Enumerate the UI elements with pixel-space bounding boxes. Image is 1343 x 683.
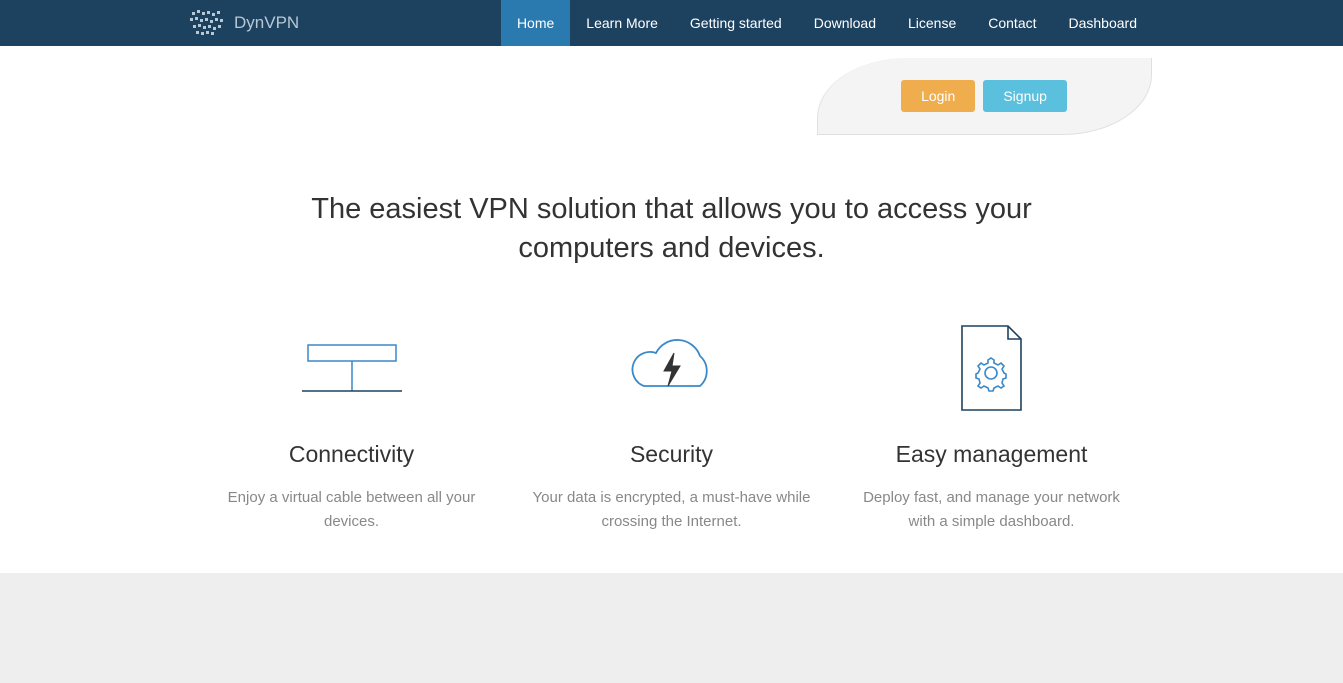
feature-security: Security Your data is encrypted, a must-… <box>512 323 832 533</box>
feature-connectivity: Connectivity Enjoy a virtual cable betwe… <box>192 323 512 533</box>
feature-management: Easy management Deploy fast, and manage … <box>832 323 1152 533</box>
footer-band <box>0 573 1343 683</box>
nav-label: Getting started <box>690 15 782 31</box>
hero: The easiest VPN solution that allows you… <box>192 135 1152 268</box>
login-button[interactable]: Login <box>901 80 975 112</box>
brand-logo-icon <box>190 8 224 38</box>
nav-item-contact[interactable]: Contact <box>972 0 1052 46</box>
brand-name: DynVPN <box>234 13 299 33</box>
navbar: DynVPN Home Learn More Getting started D… <box>0 0 1343 46</box>
auth-panel: Login Signup <box>817 58 1152 135</box>
nav-item-learn-more[interactable]: Learn More <box>570 0 674 46</box>
nav-label: Learn More <box>586 15 658 31</box>
nav-label: Contact <box>988 15 1036 31</box>
security-icon <box>532 323 812 413</box>
management-icon <box>852 323 1132 413</box>
nav-label: Home <box>517 15 554 31</box>
nav-label: Dashboard <box>1069 15 1138 31</box>
brand[interactable]: DynVPN <box>190 8 299 38</box>
nav-item-home[interactable]: Home <box>501 0 570 46</box>
feature-description: Enjoy a virtual cable between all your d… <box>212 486 492 533</box>
signup-button[interactable]: Signup <box>983 80 1067 112</box>
hero-headline: The easiest VPN solution that allows you… <box>282 190 1062 268</box>
feature-title: Connectivity <box>212 441 492 468</box>
nav-label: Download <box>814 15 876 31</box>
connectivity-icon <box>212 323 492 413</box>
nav-item-dashboard[interactable]: Dashboard <box>1053 0 1154 46</box>
nav-label: License <box>908 15 956 31</box>
feature-title: Easy management <box>852 441 1132 468</box>
nav-item-getting-started[interactable]: Getting started <box>674 0 798 46</box>
feature-title: Security <box>532 441 812 468</box>
features-row: Connectivity Enjoy a virtual cable betwe… <box>192 323 1152 573</box>
nav-item-license[interactable]: License <box>892 0 972 46</box>
nav-items: Home Learn More Getting started Download… <box>501 0 1153 46</box>
nav-item-download[interactable]: Download <box>798 0 892 46</box>
feature-description: Deploy fast, and manage your network wit… <box>852 486 1132 533</box>
feature-description: Your data is encrypted, a must-have whil… <box>532 486 812 533</box>
